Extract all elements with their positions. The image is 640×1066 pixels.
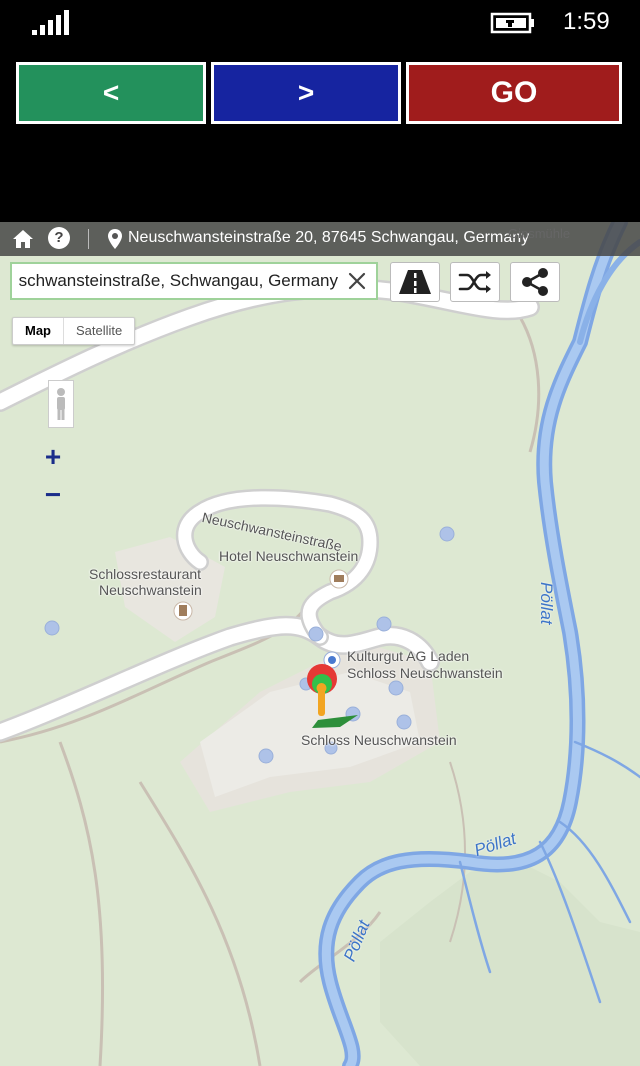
address-text: Neuschwansteinstraße 20, 87645 Schwangau… <box>128 229 530 246</box>
share-icon <box>522 268 548 296</box>
location-pin-icon <box>108 229 122 249</box>
home-icon[interactable] <box>12 229 34 249</box>
river-label-1: Pöllat <box>537 582 556 625</box>
search-input[interactable] <box>12 264 338 298</box>
shuffle-icon <box>458 271 491 293</box>
address-bar: ? Neuschwansteinstraße 20, 87645 Schwang… <box>0 222 640 256</box>
signal-bars-icon <box>32 10 69 35</box>
zoom-out-button[interactable]: − <box>40 481 66 509</box>
street-view-pegman[interactable] <box>48 380 74 428</box>
road-icon <box>399 270 431 294</box>
restaurant-label-1: Schlossrestaurant <box>89 566 202 582</box>
map-base <box>0 222 640 1066</box>
map-type-toggle: Map Satellite <box>12 317 136 345</box>
map-view[interactable]: Neuschwansteinstraße Hotel Neuschwanstei… <box>0 222 640 1066</box>
previous-button[interactable]: < <box>16 62 206 124</box>
restaurant-label-2: Neuschwanstein <box>99 582 202 598</box>
divider <box>88 229 89 249</box>
search-box[interactable] <box>10 262 378 300</box>
clock: 1:59 <box>563 8 610 35</box>
gipsmuehle-label: Gipsmühle <box>508 226 571 241</box>
next-button[interactable]: > <box>211 62 401 124</box>
hotel-label: Hotel Neuschwanstein <box>219 548 359 564</box>
share-button[interactable] <box>510 262 560 302</box>
status-bar: 1:59 <box>0 0 640 50</box>
route-button[interactable] <box>390 262 440 302</box>
shop-label-1: Kulturgut AG Laden <box>347 648 470 664</box>
go-button[interactable]: GO <box>406 62 622 124</box>
help-icon[interactable]: ? <box>48 227 70 249</box>
castle-label: Schloss Neuschwanstein <box>301 732 457 748</box>
zoom-in-button[interactable]: + <box>40 443 66 471</box>
shop-label-2: Schloss Neuschwanstein <box>347 665 503 681</box>
close-icon[interactable] <box>346 270 368 292</box>
map-type-map[interactable]: Map <box>13 318 64 344</box>
shuffle-button[interactable] <box>450 262 500 302</box>
battery-charging-icon <box>490 12 534 34</box>
pegman-icon <box>57 388 65 420</box>
map-type-satellite[interactable]: Satellite <box>64 318 134 344</box>
